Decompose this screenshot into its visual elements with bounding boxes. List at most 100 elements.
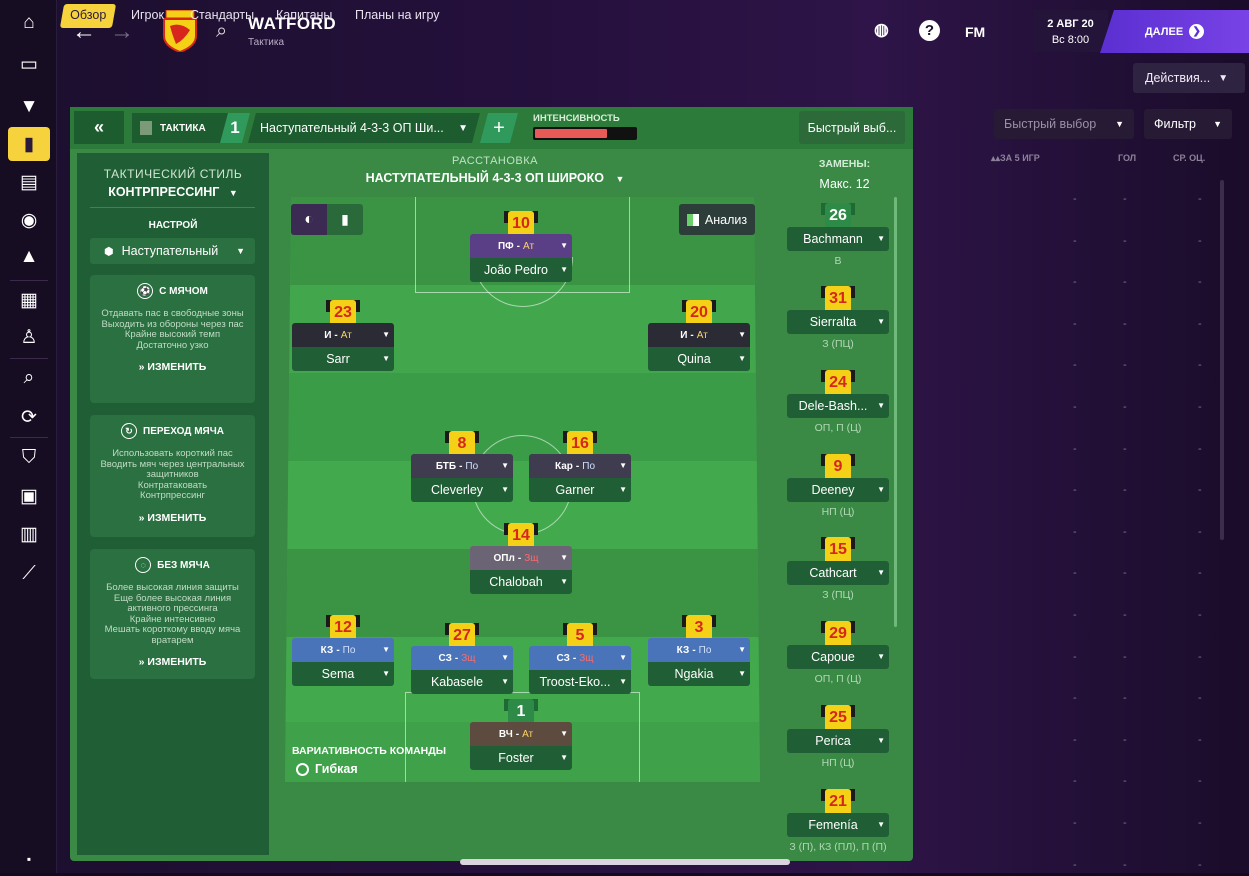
player-name[interactable]: Kabasele ▼	[411, 670, 513, 694]
player-name[interactable]: Cleverley ▼	[411, 478, 513, 502]
role-code: Кар	[555, 460, 573, 472]
formation-name-dropdown[interactable]: НАСТУПАТЕЛЬНЫЙ 4-3-3 ОП ШИРОКО ▼	[270, 171, 720, 185]
sub-name[interactable]: Perica ▼	[787, 729, 889, 753]
role-duty: Ат	[340, 329, 352, 341]
sub-name[interactable]: Sierralta ▼	[787, 310, 889, 334]
list-scrollbar[interactable]	[1220, 180, 1224, 540]
help-icon[interactable]: ?	[919, 20, 940, 41]
chevron-down-icon: ▼	[458, 122, 468, 134]
chevron-down-icon: ▼	[619, 461, 627, 470]
next-button[interactable]: ДАЛЕЕ ❯	[1100, 10, 1249, 53]
player-name[interactable]: Troost-Eko... ▼	[529, 670, 631, 694]
player-role[interactable]: ПФ - Ат ▼	[470, 234, 572, 258]
player-name[interactable]: Quina ▼	[648, 347, 750, 371]
player-role[interactable]: И - Ат ▼	[292, 323, 394, 347]
tab-set-pieces[interactable]: Стандарты	[182, 4, 262, 28]
fm-menu-button[interactable]: FM	[965, 24, 985, 40]
scouting-search-icon[interactable]: ⌕	[8, 361, 50, 395]
player-name[interactable]: João Pedro ▼	[470, 258, 572, 282]
team-variability-value[interactable]: Гибкая	[296, 762, 358, 776]
trophy-icon[interactable]: ♙	[8, 320, 50, 354]
transfers-icon[interactable]: ⟳	[8, 400, 50, 434]
player-name[interactable]: Sarr ▼	[292, 347, 394, 371]
squad-shirt-icon[interactable]: ▼	[8, 90, 50, 124]
mentality-dropdown[interactable]: ⬢ Наступательный ▼	[90, 238, 255, 264]
edit-button[interactable]: » ИЗМЕНИТЬ	[90, 361, 255, 373]
collapse-button[interactable]: «	[74, 111, 124, 144]
notification-icon[interactable]: ▪	[8, 842, 50, 876]
ticket-icon[interactable]: ▥	[8, 517, 50, 551]
sub-name[interactable]: Capoue ▼	[787, 645, 889, 669]
column-header-last5[interactable]: ▴▴ЗА 5 ИГР	[991, 153, 1040, 164]
role-code: И	[324, 329, 332, 341]
formation-dropdown[interactable]: Наступательный 4-3-3 ОП Ши... ▼	[248, 113, 480, 143]
tactic-tab[interactable]: ТАКТИКА	[132, 113, 232, 143]
tab-player[interactable]: Игрок	[123, 4, 172, 28]
column-header-avg-rating[interactable]: СР. ОЦ.	[1173, 153, 1205, 163]
player-role[interactable]: КЗ - По ▼	[648, 638, 750, 662]
tab-match-plans[interactable]: Планы на игру	[347, 4, 448, 28]
clipboard-icon[interactable]: ▤	[8, 165, 50, 199]
sub-name[interactable]: Cathcart ▼	[787, 561, 889, 585]
stat-cell: -	[1073, 609, 1077, 621]
player-role[interactable]: БТБ - По ▼	[411, 454, 513, 478]
home-icon[interactable]: ⌂	[8, 6, 50, 40]
filter-dropdown[interactable]: Фильтр ▼	[1144, 109, 1232, 139]
finances-briefcase-icon[interactable]: ▣	[8, 479, 50, 513]
training-cone-icon[interactable]: ▲	[8, 240, 50, 274]
contrast-view-icon[interactable]: ◐	[291, 204, 327, 235]
mentality-icon: ⬢	[104, 245, 114, 258]
edit-button[interactable]: » ИЗМЕНИТЬ	[90, 512, 255, 524]
trend-icon[interactable]: ⟋	[8, 557, 50, 591]
player-role[interactable]: СЗ - Зщ ▼	[411, 646, 513, 670]
style-dropdown[interactable]: КОНТРПРЕССИНГ ▼	[77, 185, 269, 199]
player-role[interactable]: И - Ат ▼	[648, 323, 750, 347]
analysis-button[interactable]: Анализ	[679, 204, 755, 235]
inbox-icon[interactable]: ▭	[8, 47, 50, 81]
sub-name[interactable]: Bachmann ▼	[787, 227, 889, 251]
calendar-icon[interactable]: ▦	[8, 283, 50, 317]
actions-dropdown[interactable]: Действия... ▼	[1133, 63, 1245, 93]
subs-scrollbar[interactable]	[894, 197, 897, 627]
stat-cell: -	[1198, 276, 1202, 289]
shirt-number: 15	[829, 541, 847, 558]
chevron-down-icon: ▼	[619, 653, 627, 662]
column-header-goals[interactable]: ГОЛ	[1118, 153, 1136, 163]
shirt-number: 14	[512, 527, 530, 544]
player-name[interactable]: Garner ▼	[529, 478, 631, 502]
quick-pick-dropdown[interactable]: Быстрый выбор ▼	[994, 109, 1134, 139]
player-role[interactable]: Кар - По ▼	[529, 454, 631, 478]
player-role[interactable]: КЗ - По ▼	[292, 638, 394, 662]
formation-section-title: РАССТАНОВКА	[452, 155, 538, 167]
sidebar: ⌂ ▭ ▼ ▮ ▤ ◉ ▲ ▦ ♙ ⌕ ⟳ ⛉ ▣ ▥ ⟋ ▪	[0, 0, 57, 873]
horizontal-scrollbar[interactable]	[460, 859, 790, 865]
stat-cell: -	[1198, 234, 1202, 247]
stat-cell: -	[1198, 359, 1202, 372]
stat-cell: -	[1073, 692, 1077, 705]
globe-icon[interactable]: ◍	[874, 20, 889, 40]
sub-name[interactable]: Dele-Bash... ▼	[787, 394, 889, 418]
role-code: КЗ	[320, 644, 334, 656]
instruction-text: Вводить мяч через центральных защитников	[100, 458, 245, 480]
sub-name[interactable]: Femenía ▼	[787, 813, 889, 837]
player-role[interactable]: ВЧ - Ат ▼	[470, 722, 572, 746]
sub-name[interactable]: Deeney ▼	[787, 478, 889, 502]
tab-captains[interactable]: Капитаны	[268, 4, 340, 28]
tab-overview[interactable]: Обзор	[59, 4, 117, 28]
shirt-number: 21	[829, 793, 847, 810]
club-shield-icon[interactable]: ⛉	[8, 441, 50, 475]
player-name[interactable]: Foster ▼	[470, 746, 572, 770]
player-name[interactable]: Sema ▼	[292, 662, 394, 686]
quick-pick-button[interactable]: Быстрый выб...	[799, 111, 905, 144]
player-role[interactable]: ОПл - Зщ ▼	[470, 546, 572, 570]
player-role[interactable]: СЗ - Зщ ▼	[529, 646, 631, 670]
edit-button[interactable]: » ИЗМЕНИТЬ	[90, 656, 255, 668]
instruction-text: Достаточно узко	[136, 339, 209, 351]
player-name[interactable]: Chalobah ▼	[470, 570, 572, 594]
bar-chart-icon[interactable]: ▮	[327, 204, 363, 235]
staff-icon[interactable]: ◉	[8, 203, 50, 237]
tactics-board-icon[interactable]: ▮	[8, 127, 50, 161]
chevron-down-icon: ▼	[1213, 119, 1222, 129]
player-name[interactable]: Ngakia ▼	[648, 662, 750, 686]
stat-cell: -	[1073, 858, 1077, 871]
